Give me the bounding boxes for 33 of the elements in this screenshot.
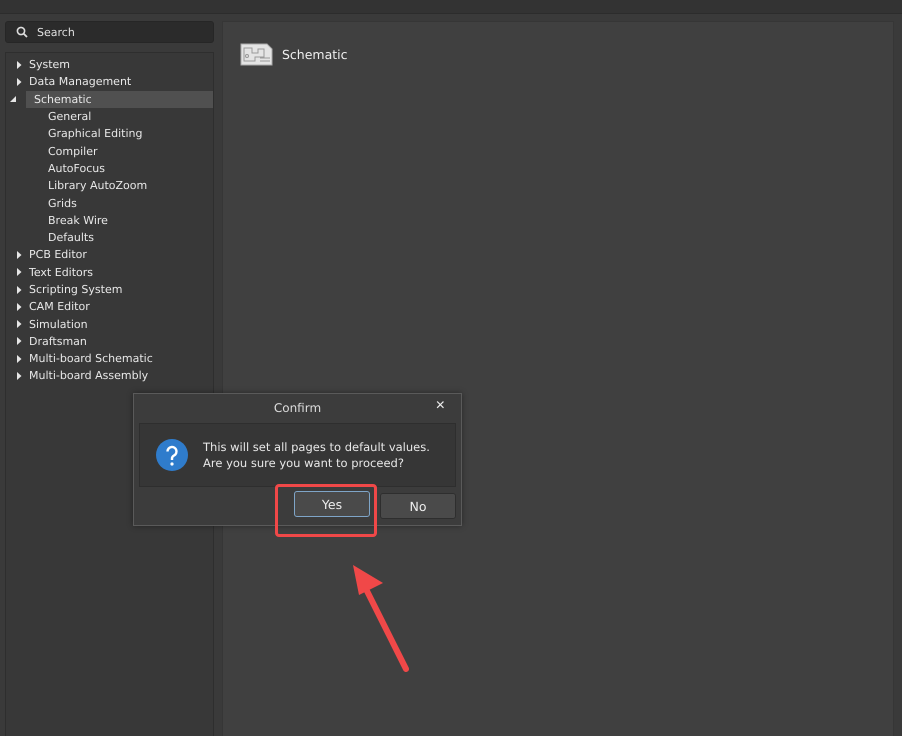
expand-icon[interactable] bbox=[15, 268, 23, 276]
tree-item[interactable]: Text Editors bbox=[6, 264, 213, 281]
page-title: Schematic bbox=[282, 47, 348, 62]
collapse-icon[interactable] bbox=[9, 95, 17, 104]
dialog-title: Confirm bbox=[274, 400, 322, 414]
tree-item[interactable]: System bbox=[6, 56, 213, 74]
tree-item[interactable]: Draftsman bbox=[6, 332, 213, 350]
message-text: Are you sure you want to proceed? bbox=[203, 456, 405, 470]
tree-item[interactable]: AutoFocus bbox=[6, 160, 213, 178]
tree-item[interactable]: Data Management bbox=[6, 73, 213, 91]
dialog-button[interactable]: No bbox=[380, 493, 456, 519]
tree-item[interactable]: Library AutoZoom bbox=[6, 177, 213, 194]
tree-item[interactable]: Graphical Editing bbox=[6, 125, 213, 142]
search-field[interactable]: Search bbox=[5, 21, 214, 43]
tree-item[interactable]: Defaults bbox=[6, 228, 213, 246]
close-button[interactable]: × bbox=[434, 397, 447, 415]
schematic-icon bbox=[240, 43, 273, 66]
question-icon bbox=[156, 439, 188, 471]
message-text: This will set all pages to default values. bbox=[203, 440, 430, 454]
tree-item[interactable]: Compiler bbox=[6, 142, 213, 160]
tree-item[interactable]: General bbox=[6, 108, 213, 126]
expand-icon[interactable] bbox=[15, 302, 23, 311]
expand-icon[interactable] bbox=[15, 250, 23, 259]
tree-item[interactable]: Simulation bbox=[6, 315, 213, 333]
tree-item[interactable]: Scripting System bbox=[6, 280, 213, 298]
tree-item[interactable]: Multi-board Schematic bbox=[6, 350, 213, 368]
dialog-button[interactable]: Yes bbox=[294, 491, 370, 517]
tree-item[interactable]: Break Wire bbox=[6, 212, 213, 229]
expand-icon[interactable] bbox=[15, 286, 23, 294]
tree-item[interactable]: CAM Editor bbox=[6, 298, 213, 316]
tree-item[interactable]: Grids bbox=[6, 194, 213, 212]
tree-item[interactable]: Multi-board Assembly bbox=[6, 367, 213, 385]
tree-item[interactable]: PCB Editor bbox=[6, 246, 213, 264]
